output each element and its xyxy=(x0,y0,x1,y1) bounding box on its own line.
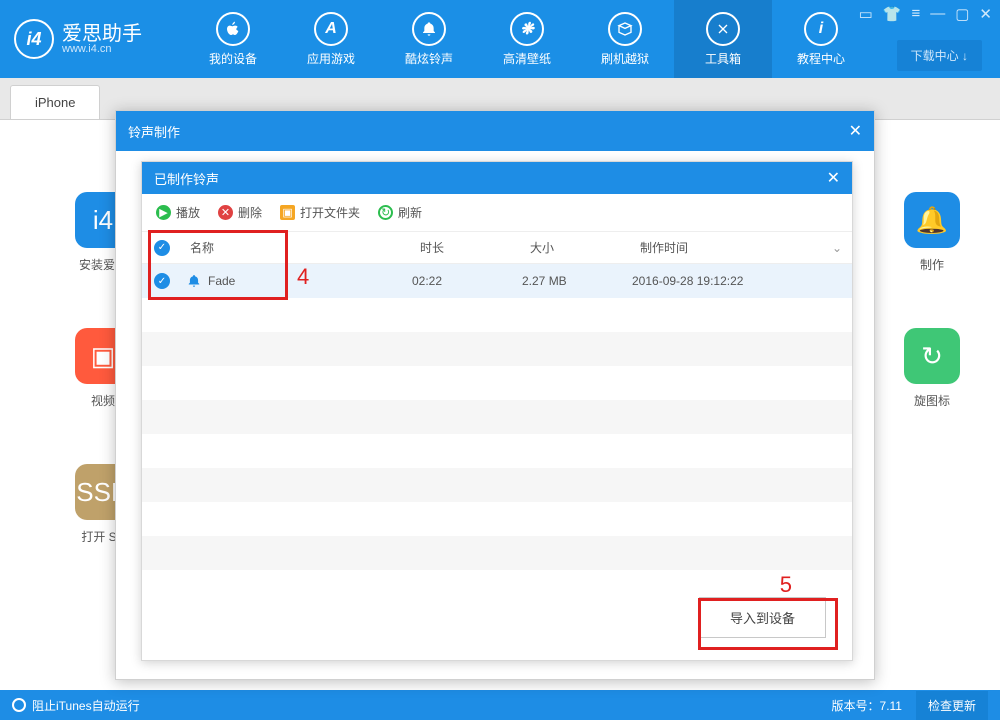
toggle-icon[interactable] xyxy=(12,698,26,712)
sort-indicator-icon[interactable]: ⌄ xyxy=(822,241,852,255)
ringtone-toolbar: ▶ 播放 ✕ 删除 ▣ 打开文件夹 ↻ 刷新 xyxy=(142,194,852,232)
empty-rows xyxy=(142,298,852,570)
minimize-icon[interactable]: — xyxy=(930,5,945,23)
check-update-button[interactable]: 检查更新 xyxy=(916,691,988,720)
refresh-button[interactable]: ↻ 刷新 xyxy=(378,204,422,221)
nav-apps[interactable]: A 应用游戏 xyxy=(282,0,380,78)
nav-label: 工具箱 xyxy=(705,50,741,67)
rotate-icon: ↻ xyxy=(904,328,960,384)
box-icon xyxy=(608,12,642,46)
nav-ringtones[interactable]: 酷炫铃声 xyxy=(380,0,478,78)
play-icon: ▶ xyxy=(156,205,171,220)
status-bar: 阻止iTunes自动运行 版本号：7.11 检查更新 xyxy=(0,690,1000,720)
close-icon[interactable]: ✕ xyxy=(849,121,862,141)
made-ringtones-dialog: 已制作铃声 ✕ ▶ 播放 ✕ 删除 ▣ 打开文件夹 ↻ 刷新 xyxy=(141,161,853,661)
ringtone-icon xyxy=(186,273,202,289)
maximize-icon[interactable]: ▢ xyxy=(955,5,969,23)
menu-icon[interactable]: ≡ xyxy=(911,5,920,23)
block-itunes-label[interactable]: 阻止iTunes自动运行 xyxy=(32,697,140,714)
skin-icon[interactable]: 👕 xyxy=(883,5,902,23)
feedback-icon[interactable]: ▭ xyxy=(859,5,873,23)
version-label: 版本号：7.11 xyxy=(832,697,902,714)
app-url: www.i4.cn xyxy=(62,44,142,55)
logo-badge-icon: i4 xyxy=(14,19,54,59)
select-all-checkbox[interactable]: ✓ xyxy=(142,239,182,256)
ringtone-maker-dialog: 铃声制作 ✕ 已制作铃声 ✕ ▶ 播放 ✕ 删除 ▣ 打开文件夹 xyxy=(115,110,875,680)
import-to-device-button[interactable]: 导入到设备 xyxy=(699,597,826,638)
table-row[interactable]: ✓ Fade 02:22 2.27 MB 2016-09-28 19:12:22 xyxy=(142,264,852,298)
tool-label: 制作 xyxy=(920,256,944,273)
annotation-label-5: 5 xyxy=(780,572,792,598)
open-folder-button[interactable]: ▣ 打开文件夹 xyxy=(280,204,360,221)
dialog-title: 已制作铃声 xyxy=(154,169,219,188)
btn-label: 刷新 xyxy=(398,204,422,221)
nav-label: 教程中心 xyxy=(797,50,845,67)
nav-label: 刷机越狱 xyxy=(601,50,649,67)
folder-icon: ▣ xyxy=(280,205,295,220)
btn-label: 删除 xyxy=(238,204,262,221)
delete-button[interactable]: ✕ 删除 xyxy=(218,204,262,221)
btn-label: 打开文件夹 xyxy=(300,204,360,221)
apps-icon: A xyxy=(314,12,348,46)
nav-label: 应用游戏 xyxy=(307,50,355,67)
apple-icon xyxy=(216,12,250,46)
table-header: ✓ 名称 时长 大小 制作时间 ⌄ xyxy=(142,232,852,264)
column-name[interactable]: 名称 xyxy=(182,239,412,256)
dialog-title: 铃声制作 xyxy=(128,122,180,141)
dialog-titlebar: 已制作铃声 ✕ xyxy=(142,162,852,194)
dialog-titlebar: 铃声制作 ✕ xyxy=(116,111,874,151)
nav-tutorials[interactable]: i 教程中心 xyxy=(772,0,870,78)
app-name: 爱思助手 xyxy=(62,24,142,44)
close-icon[interactable]: ✕ xyxy=(827,168,840,188)
tool-make-ringtone[interactable]: 🔔 制作 xyxy=(904,192,960,273)
cell-size: 2.27 MB xyxy=(522,274,632,288)
bell-plus-icon: 🔔 xyxy=(904,192,960,248)
nav-toolbox[interactable]: 工具箱 xyxy=(674,0,772,78)
app-logo: i4 爱思助手 www.i4.cn xyxy=(14,19,184,59)
nav-label: 我的设备 xyxy=(209,50,257,67)
nav-label: 酷炫铃声 xyxy=(405,50,453,67)
info-icon: i xyxy=(804,12,838,46)
cell-duration: 02:22 xyxy=(412,274,522,288)
cell-name: Fade xyxy=(208,274,235,288)
bell-icon xyxy=(412,12,446,46)
tool-label: 旋图标 xyxy=(914,392,950,409)
column-size[interactable]: 大小 xyxy=(522,239,632,256)
column-duration[interactable]: 时长 xyxy=(412,239,522,256)
tool-label: 视频 xyxy=(91,392,115,409)
tool-rotate[interactable]: ↻ 旋图标 xyxy=(904,328,960,409)
row-checkbox[interactable]: ✓ xyxy=(142,273,182,290)
download-center-button[interactable]: 下载中心 ↓ xyxy=(897,40,982,71)
nav-flash[interactable]: 刷机越狱 xyxy=(576,0,674,78)
delete-icon: ✕ xyxy=(218,205,233,220)
btn-label: 播放 xyxy=(176,204,200,221)
ringtone-table: ✓ 名称 时长 大小 制作时间 ⌄ ✓ Fade 02:22 xyxy=(142,232,852,570)
cell-time: 2016-09-28 19:12:22 xyxy=(632,274,822,288)
play-button[interactable]: ▶ 播放 xyxy=(156,204,200,221)
column-time[interactable]: 制作时间 xyxy=(632,239,822,256)
refresh-icon: ↻ xyxy=(378,205,393,220)
flower-icon: ❋ xyxy=(510,12,544,46)
nav-wallpaper[interactable]: ❋ 高清壁纸 xyxy=(478,0,576,78)
tab-iphone[interactable]: iPhone xyxy=(10,85,100,119)
tools-icon xyxy=(706,12,740,46)
window-controls: ▭ 👕 ≡ — ▢ ✕ xyxy=(859,5,992,23)
nav-label: 高清壁纸 xyxy=(503,50,551,67)
close-icon[interactable]: ✕ xyxy=(979,5,992,23)
app-header: i4 爱思助手 www.i4.cn 我的设备 A 应用游戏 酷炫铃声 ❋ 高清壁… xyxy=(0,0,1000,78)
nav-my-device[interactable]: 我的设备 xyxy=(184,0,282,78)
main-content: i4 安装爱思 🔔 制作 ▣ 视频 ↻ 旋图标 SSH 打开 SS 铃声制作 ✕… xyxy=(0,120,1000,690)
